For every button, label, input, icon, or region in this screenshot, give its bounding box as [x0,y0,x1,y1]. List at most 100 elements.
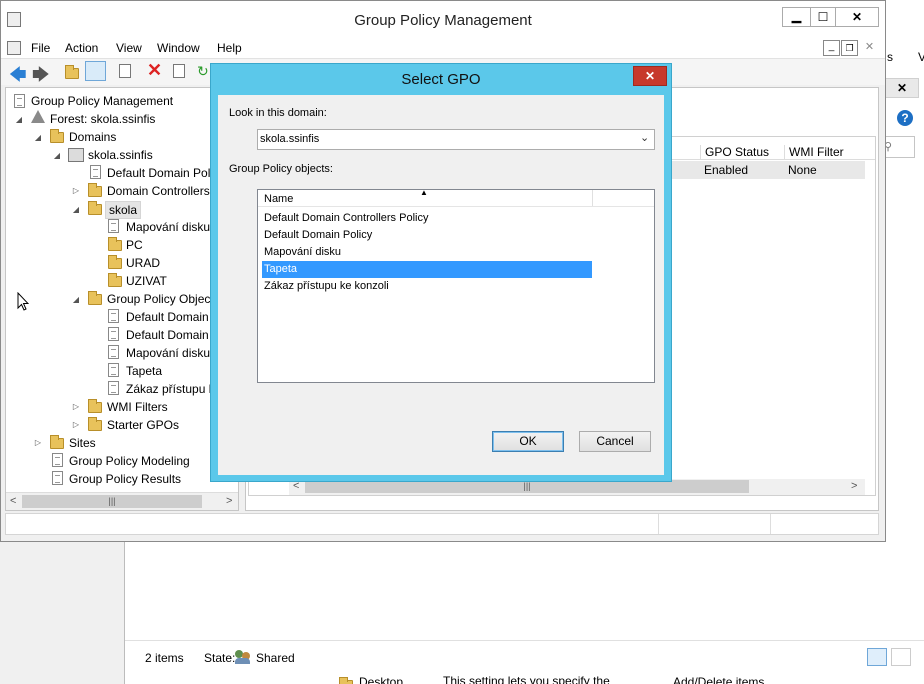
list-header: Name ▲ [258,188,654,207]
menu-bar: File Action View Window Help _ ❐ ✕ [1,37,885,59]
state-label: State: [204,651,236,665]
tree-mapovani-link[interactable]: Mapování disku [126,220,210,234]
collapse-icon[interactable]: ◢ [33,133,43,142]
ou-folder-icon [108,273,122,287]
desktop-item[interactable]: Desktop [359,675,403,684]
list-item[interactable]: Default Domain Policy [262,227,592,244]
scroll-left-icon[interactable]: < [10,495,16,507]
background-close-button[interactable]: ✕ [885,78,919,98]
maximize-button[interactable]: ☐ [810,7,836,27]
modeling-icon [52,453,63,467]
chevron-down-icon[interactable]: ⌄ [640,131,649,144]
scrollbar-thumb[interactable]: ||| [22,495,202,508]
menu-help[interactable]: Help [217,41,242,55]
properties-icon[interactable] [119,64,131,78]
folder-icon [88,291,102,305]
sort-ascending-icon: ▲ [420,188,428,197]
folder-icon [339,677,353,684]
col-wmi-filter[interactable]: WMI Filter [784,145,864,159]
tree-default-domain-policy[interactable]: Default Domain Poli [107,166,213,180]
show-hide-tree-icon[interactable] [85,61,106,81]
child-close-button[interactable]: ✕ [861,40,878,56]
child-restore-button[interactable]: ❐ [841,40,858,56]
tree-uzivat[interactable]: UZIVAT [126,274,167,288]
column-name[interactable]: Name [264,193,293,205]
tree-root[interactable]: Group Policy Management [31,94,173,108]
tree-domain[interactable]: skola.ssinfis [88,148,153,162]
tree-gpo-ddp[interactable]: Default Domain [126,328,209,342]
tree-domain-controllers[interactable]: Domain Controllers [107,184,210,198]
list-item[interactable]: Zákaz přístupu ke konzoli [262,278,592,295]
expand-icon[interactable]: ▷ [71,186,81,195]
collapse-icon[interactable]: ◢ [14,115,24,124]
tree-gpo-zakaz[interactable]: Zákaz přístupu k [126,382,215,396]
ok-button[interactable]: OK [492,431,564,452]
tree-starter-gpos[interactable]: Starter GPOs [107,418,179,432]
tree-gpo-tapeta[interactable]: Tapeta [126,364,162,378]
dialog-title-bar[interactable]: Select GPO ✕ [211,64,671,92]
scroll-right-icon[interactable]: > [851,480,857,492]
gpo-icon [108,309,119,323]
cell-wmi-filter: None [788,163,817,177]
tab-s[interactable]: s [887,50,893,64]
list-item[interactable]: Default Domain Controllers Policy [262,210,592,227]
up-folder-icon[interactable] [65,65,79,79]
status-divider [770,514,771,534]
add-delete-item[interactable]: Add/Delete items [673,675,764,684]
tree-urad[interactable]: URAD [126,256,160,270]
close-button[interactable]: ✕ [835,7,879,27]
tree-pane: Group Policy Management ◢ Forest: skola.… [5,87,239,511]
menu-window[interactable]: Window [157,41,200,55]
refresh-icon[interactable]: ↻ [197,63,209,80]
gpo-icon [108,345,119,359]
cancel-button[interactable]: Cancel [579,431,651,452]
domain-select[interactable]: skola.ssinfis ⌄ [257,129,655,150]
scroll-right-icon[interactable]: > [226,495,232,507]
delete-icon[interactable]: ✕ [147,60,162,81]
menu-action[interactable]: Action [65,41,98,55]
users-icon [235,650,251,664]
tree-sites[interactable]: Sites [69,436,96,450]
dialog-close-button[interactable]: ✕ [633,66,667,86]
tree-domains[interactable]: Domains [69,130,116,144]
tree-horizontal-scrollbar[interactable]: < ||| > [6,492,238,510]
column-divider[interactable] [592,190,593,206]
list-item-selected[interactable]: Tapeta [262,261,592,278]
col-gpo-status[interactable]: GPO Status [700,145,784,159]
tree-forest[interactable]: Forest: skola.ssinfis [50,112,155,126]
gpo-list[interactable]: Name ▲ Default Domain Controllers Policy… [257,188,655,383]
minimize-button[interactable]: ▁ [782,7,811,27]
gpm-title-bar[interactable]: Group Policy Management ▁ ☐ ✕ [1,1,885,37]
tree-results[interactable]: Group Policy Results [69,472,181,486]
expand-icon[interactable]: ▷ [33,438,43,447]
collapse-icon[interactable]: ◢ [71,205,81,214]
tiles-view-icon[interactable] [891,648,911,666]
export-icon[interactable] [173,64,185,78]
ou-folder-icon [88,183,102,197]
expand-icon[interactable]: ▷ [71,402,81,411]
setting-description: This setting lets you specify the [443,674,610,684]
tree-modeling[interactable]: Group Policy Modeling [69,454,190,468]
tab-vi[interactable]: Vi [918,50,924,64]
tree-gpo-ddcp[interactable]: Default Domain [126,310,209,324]
details-view-icon[interactable] [867,648,887,666]
list-item[interactable]: Mapování disku [262,244,592,261]
collapse-icon[interactable]: ◢ [52,151,62,160]
ou-folder-icon [88,201,102,215]
tree-pc[interactable]: PC [126,238,143,252]
tree-wmi-filters[interactable]: WMI Filters [107,400,168,414]
tree-skola[interactable]: skola [105,201,142,219]
child-minimize-button[interactable]: _ [823,40,840,56]
menu-view[interactable]: View [116,41,142,55]
collapse-icon[interactable]: ◢ [71,295,81,304]
help-icon[interactable]: ? [897,110,913,126]
list-item-label: Default Domain Policy [264,229,373,241]
expand-icon[interactable]: ▷ [71,420,81,429]
tree-gpo-mapovani[interactable]: Mapování disku [126,346,210,360]
gpo-icon [108,327,119,341]
dialog-body: Look in this domain: skola.ssinfis ⌄ Gro… [218,95,664,475]
tree-gpo-folder[interactable]: Group Policy Object [107,292,214,306]
domain-select-value: skola.ssinfis [260,133,320,145]
gpm-root-icon [14,94,25,108]
menu-file[interactable]: File [31,41,50,55]
